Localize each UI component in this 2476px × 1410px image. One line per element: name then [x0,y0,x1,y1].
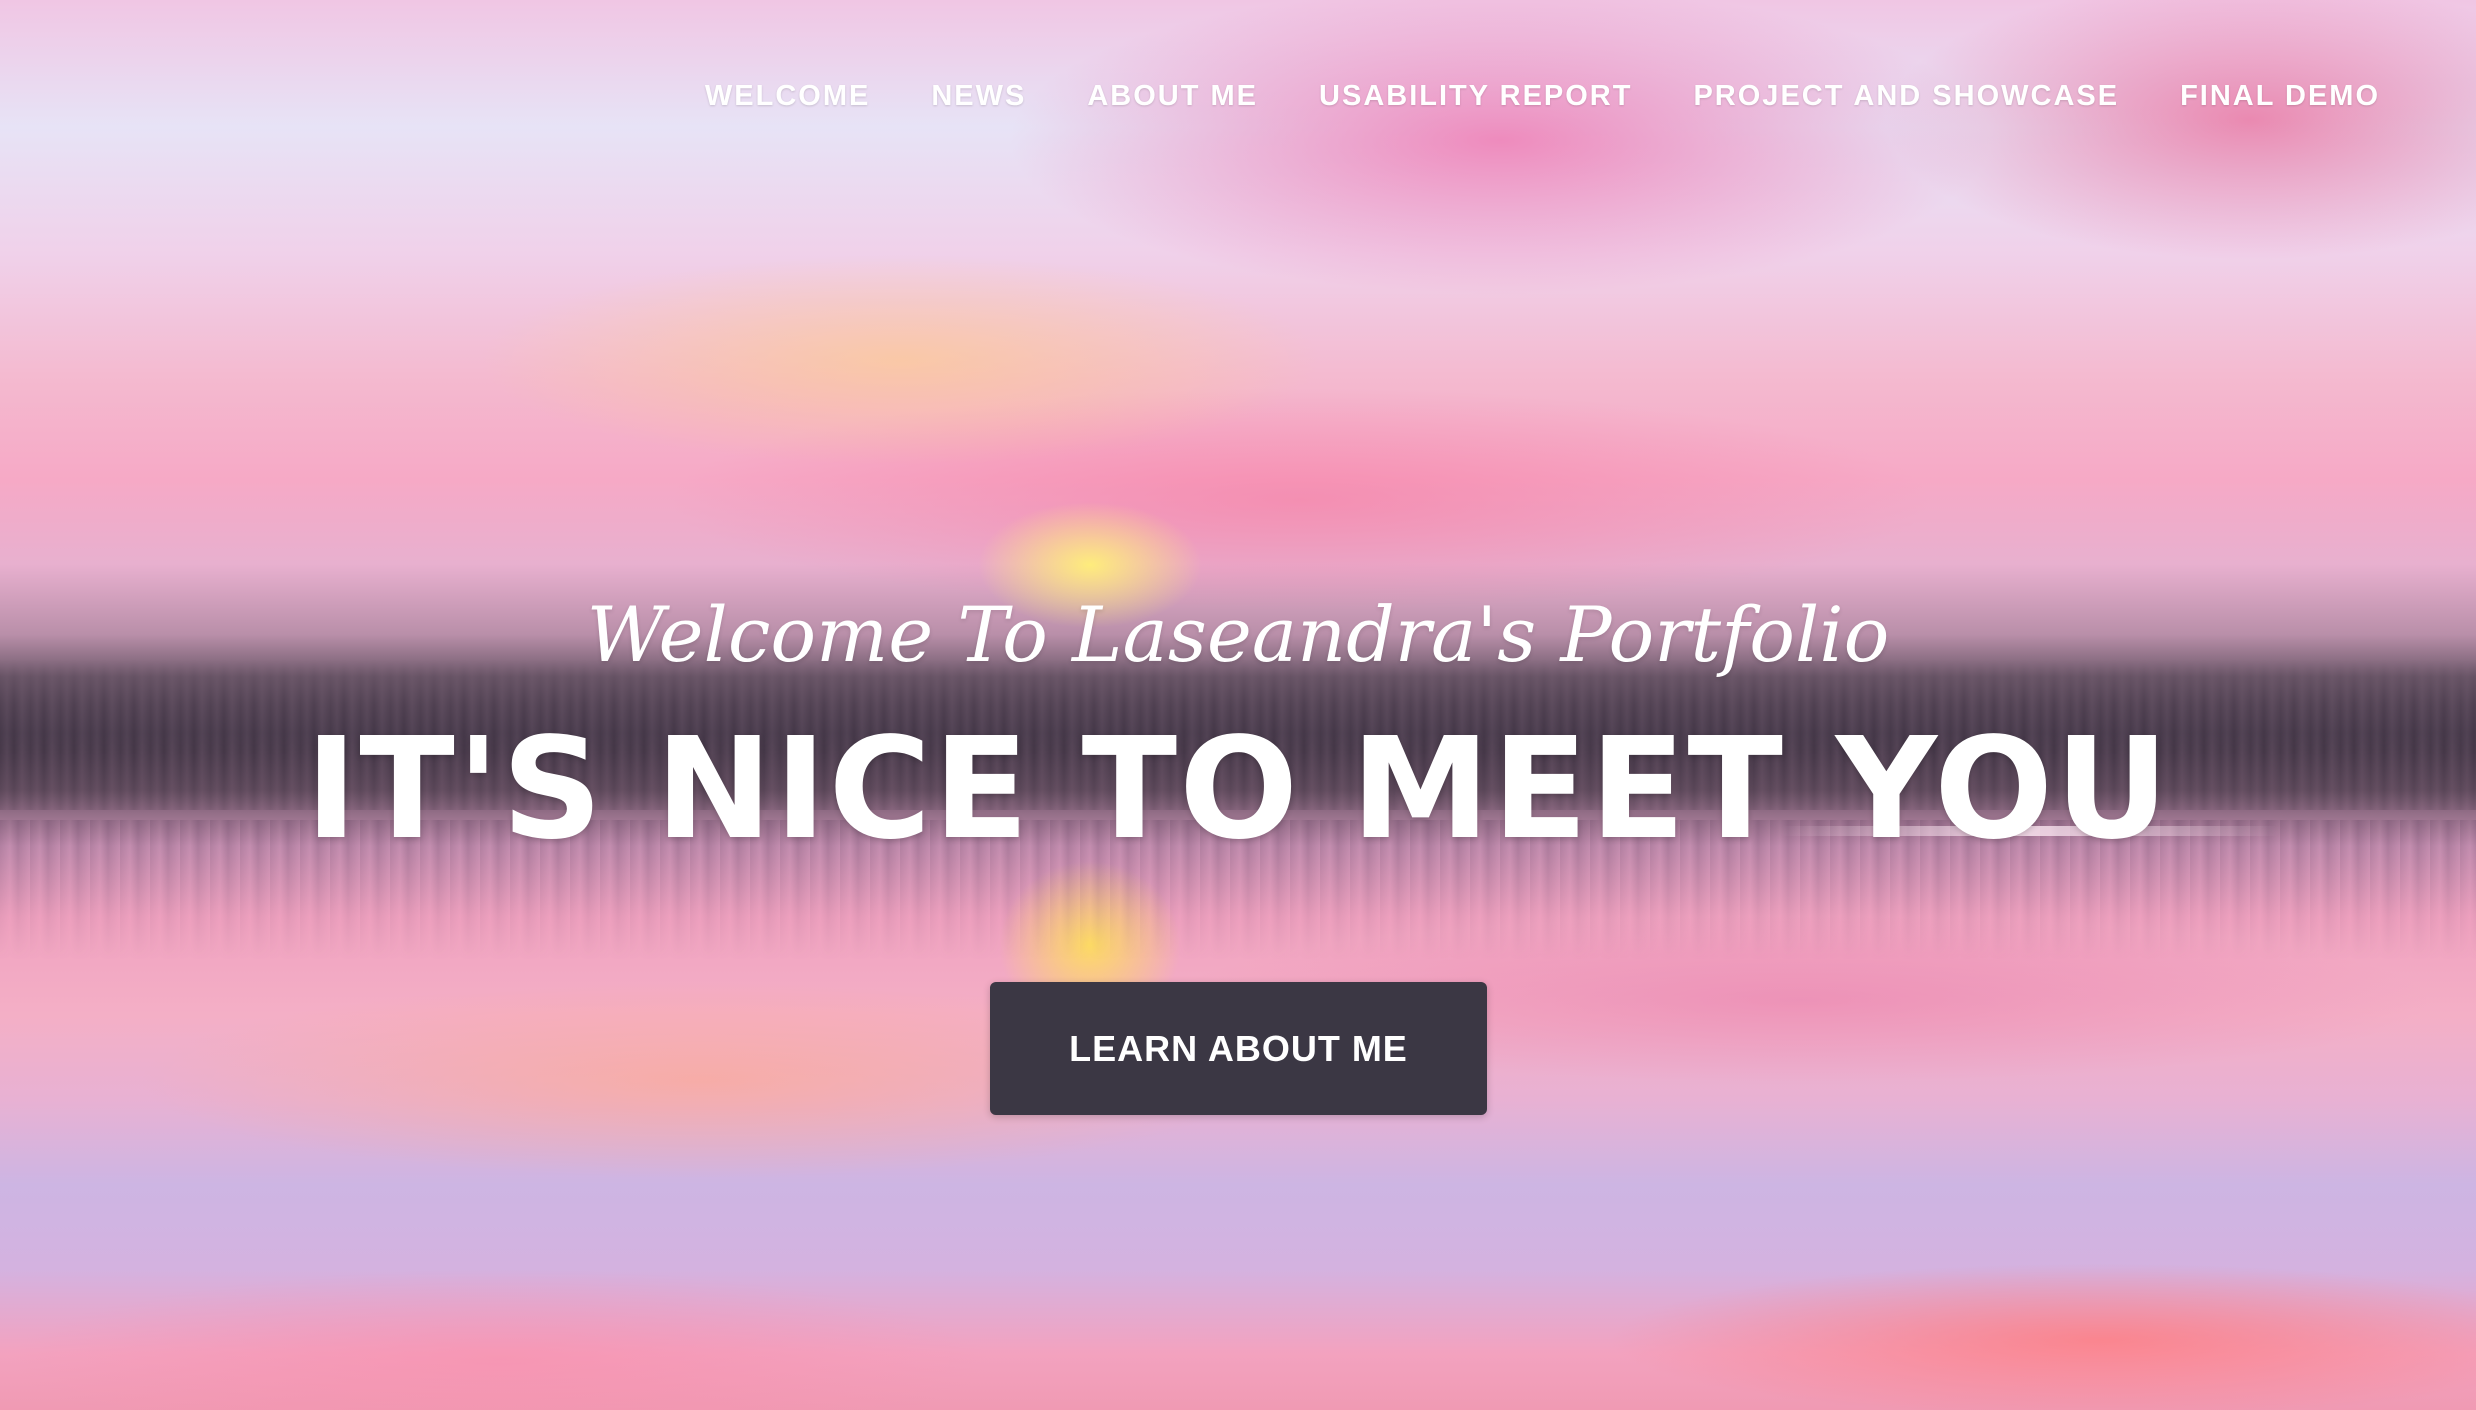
learn-about-me-button[interactable]: LEARN ABOUT ME [990,982,1487,1115]
nav-item-usability-report[interactable]: USABILITY REPORT [1319,80,1632,113]
nav-item-news[interactable]: NEWS [931,80,1026,113]
nav-item-about-me[interactable]: ABOUT ME [1087,80,1258,113]
hero-section: WELCOME NEWS ABOUT ME USABILITY REPORT P… [0,0,2476,1410]
nav-item-final-demo[interactable]: FINAL DEMO [2180,80,2380,113]
intro-text: Welcome To Laseandra's Portfolio IT'S NI… [0,590,2476,870]
nav-item-welcome[interactable]: WELCOME [705,80,870,113]
intro-lead-in: Welcome To Laseandra's Portfolio [586,590,1890,679]
nav-list: WELCOME NEWS ABOUT ME USABILITY REPORT P… [705,80,2380,113]
nav-item-project-and-showcase[interactable]: PROJECT AND SHOWCASE [1693,80,2119,113]
intro-heading: IT'S NICE TO MEET YOU [305,708,2171,871]
